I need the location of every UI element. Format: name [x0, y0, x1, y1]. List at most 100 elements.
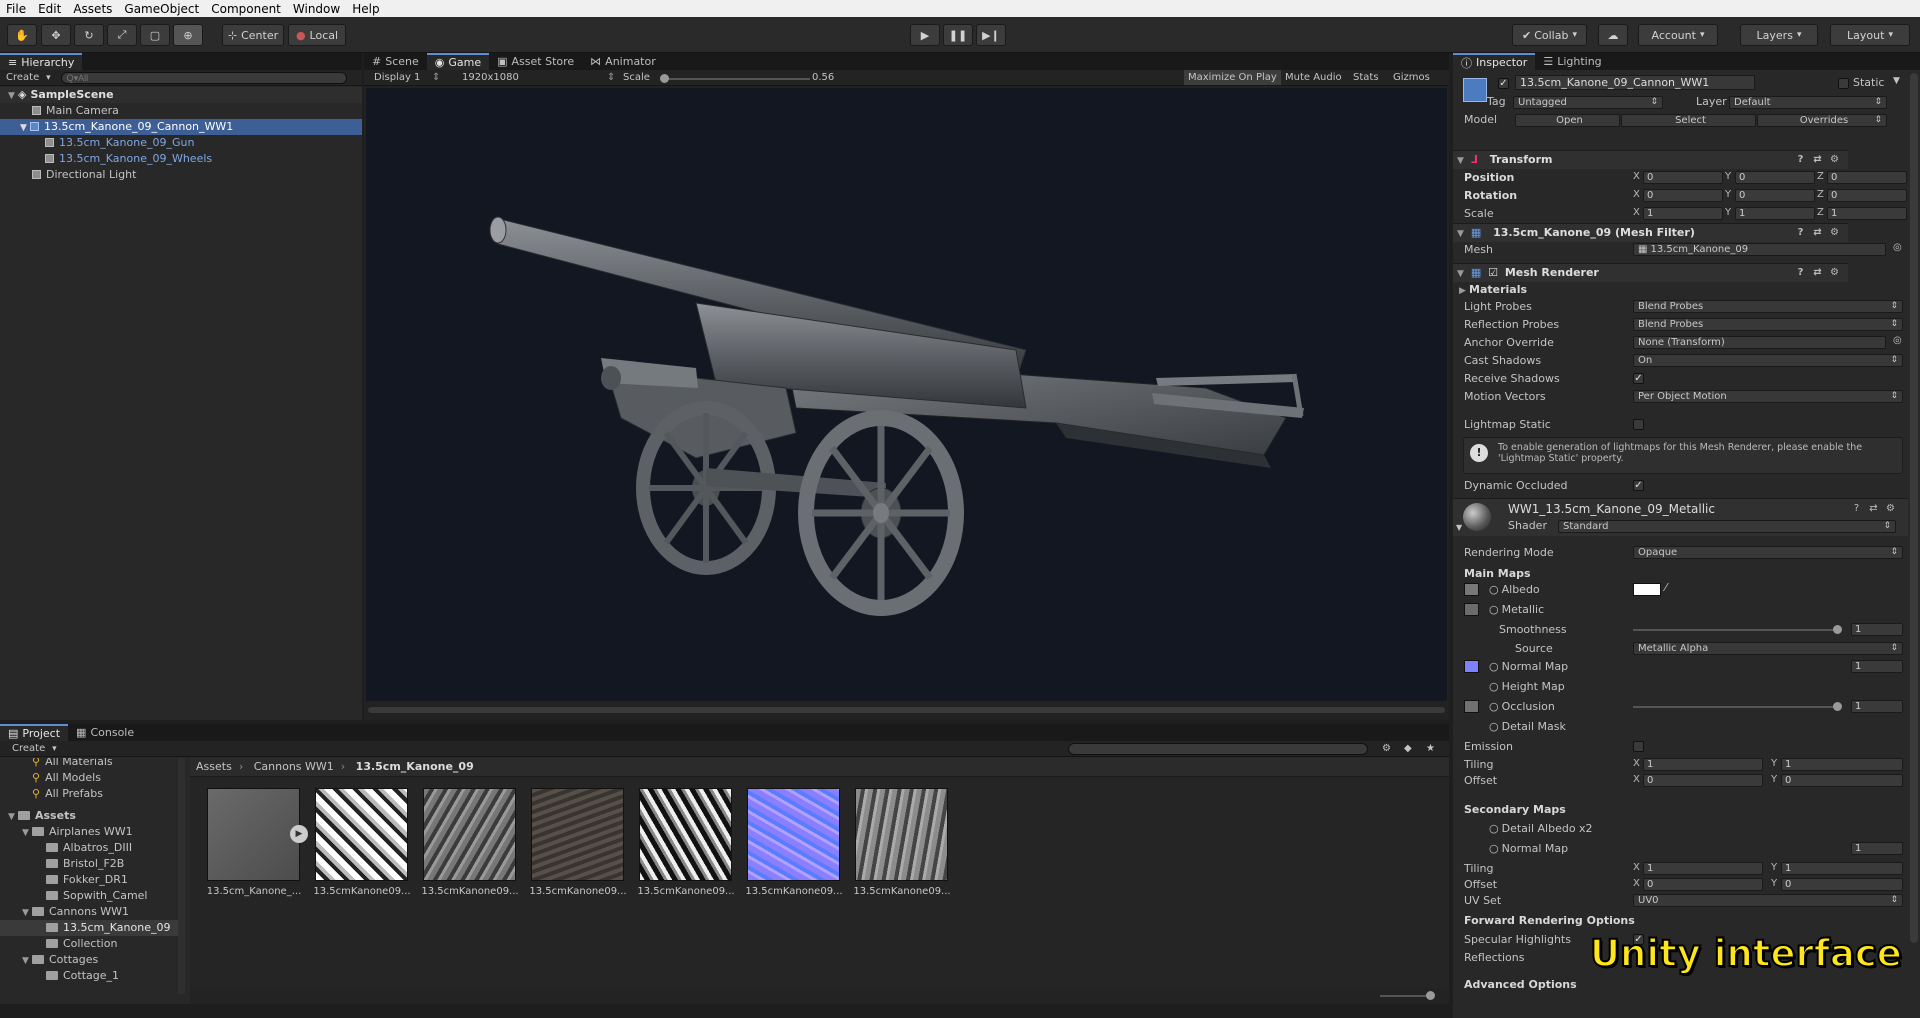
anchor-override-field[interactable]: None (Transform) — [1633, 336, 1886, 349]
materials-foldout[interactable]: ▶ Materials — [1459, 282, 1527, 297]
favorite-item[interactable]: ⚲ All Materials — [0, 758, 113, 770]
layer-dropdown[interactable]: Default — [1729, 96, 1887, 109]
hierarchy-item-wheels[interactable]: 13.5cm_Kanone_09_Wheels — [0, 151, 362, 167]
occlusion-knob[interactable] — [1833, 702, 1842, 711]
uv-set-dropdown[interactable]: UV0 — [1633, 894, 1903, 907]
tab-asset-store[interactable]: ▣ Asset Store — [489, 53, 582, 70]
texture-thumbnail[interactable] — [747, 788, 840, 881]
static-dropdown-icon[interactable]: ▼ — [1893, 76, 1900, 86]
project-tree-item[interactable]: Collection — [0, 936, 178, 952]
project-tree-item[interactable]: ▼ Airplanes WW1 — [0, 824, 178, 840]
project-tree-item[interactable]: ▼ Assets — [0, 808, 178, 824]
normal-map-value[interactable]: 1 — [1851, 660, 1903, 673]
transform-rotation-z-field[interactable]: 0 — [1827, 189, 1907, 202]
transform-tool-button[interactable]: ⊕ — [173, 24, 203, 46]
tab-scene[interactable]: # Scene — [364, 53, 427, 70]
favorite-star-icon[interactable]: ★ — [1426, 743, 1435, 754]
play-button[interactable]: ▶ — [910, 24, 940, 46]
favorite-item[interactable]: ⚲ All Prefabs — [0, 786, 103, 802]
reflection-probes-dropdown[interactable]: Blend Probes — [1633, 318, 1903, 331]
gear-icon[interactable]: ⚙ — [1829, 154, 1840, 165]
project-tree-item[interactable]: Cottage_1 — [0, 968, 178, 984]
tiling-y-field[interactable]: 1 — [1781, 758, 1903, 771]
hierarchy-create-button[interactable]: Create — [0, 72, 57, 83]
maximize-on-play-toggle[interactable]: Maximize On Play — [1184, 70, 1281, 85]
layout-dropdown[interactable]: Layout — [1830, 24, 1910, 46]
layers-dropdown[interactable]: Layers — [1740, 24, 1818, 46]
tab-project[interactable]: ▤ Project — [0, 724, 69, 741]
mesh-field[interactable]: ▦ 13.5cm_Kanone_09 — [1633, 243, 1886, 256]
breadcrumb-current[interactable]: 13.5cm_Kanone_09 — [356, 760, 474, 773]
inspector-scrollbar[interactable] — [1910, 73, 1918, 943]
tiling2-x-field[interactable]: 1 — [1643, 862, 1763, 875]
pivot-center-button[interactable]: ⊹ Center — [222, 24, 284, 46]
breadcrumb-assets[interactable]: Assets — [196, 760, 232, 773]
scale-slider[interactable] — [660, 74, 810, 83]
project-tree-item[interactable]: Sopwith_Camel — [0, 888, 178, 904]
gizmos-dropdown[interactable]: Gizmos — [1393, 72, 1430, 83]
emission-checkbox[interactable] — [1633, 741, 1644, 752]
collab-dropdown[interactable]: ✔ Collab — [1512, 24, 1587, 46]
material-header[interactable]: ▼ WW1_13.5cm_Kanone_09_Metallic Shader S… — [1453, 498, 1908, 536]
smoothness-slider[interactable] — [1633, 625, 1842, 634]
step-button[interactable]: ▶❙ — [976, 24, 1006, 46]
stats-toggle[interactable]: Stats — [1353, 72, 1379, 83]
resolution-dropdown[interactable]: 1920x1080 — [462, 72, 519, 83]
account-dropdown[interactable]: Account — [1638, 24, 1718, 46]
normal-map-texture-slot[interactable] — [1464, 660, 1479, 673]
albedo-texture-slot[interactable] — [1464, 583, 1479, 596]
game-horizontal-scrollbar[interactable] — [368, 707, 1445, 713]
tab-animator[interactable]: ⋈ Animator — [582, 53, 664, 70]
menu-file[interactable]: File — [0, 2, 32, 16]
cast-shadows-dropdown[interactable]: On — [1633, 354, 1903, 367]
project-create-button[interactable]: Create — [0, 743, 69, 754]
rotate-tool-button[interactable]: ↻ — [74, 24, 104, 46]
offset2-x-field[interactable]: 0 — [1643, 878, 1763, 891]
hierarchy-search-input[interactable] — [60, 71, 347, 84]
cloud-button[interactable]: ☁ — [1598, 24, 1628, 46]
project-tree-item[interactable]: ▼ Cannons WW1 — [0, 904, 178, 920]
scene-row[interactable]: ▼ ◈ SampleScene — [0, 87, 362, 103]
texture-thumbnail[interactable] — [315, 788, 408, 881]
menu-edit[interactable]: Edit — [32, 2, 67, 16]
object-name-field[interactable]: 13.5cm_Kanone_09_Cannon_WW1 — [1515, 75, 1755, 90]
menu-assets[interactable]: Assets — [67, 2, 118, 16]
transform-position-y-field[interactable]: 0 — [1735, 171, 1815, 184]
offset2-y-field[interactable]: 0 — [1781, 878, 1903, 891]
rect-tool-button[interactable]: ▢ — [140, 24, 170, 46]
model-open-button[interactable]: Open — [1515, 114, 1620, 127]
pivot-local-button[interactable]: ● Local — [288, 24, 346, 46]
model-select-button[interactable]: Select — [1621, 114, 1756, 127]
scale-tool-button[interactable]: ⤢ — [107, 24, 137, 46]
mute-audio-toggle[interactable]: Mute Audio — [1285, 72, 1342, 83]
help-icon[interactable]: ? — [1851, 503, 1862, 514]
breadcrumb-cannons[interactable]: Cannons WW1 — [254, 760, 334, 773]
tag-dropdown[interactable]: Untagged — [1513, 96, 1663, 109]
hierarchy-item-light[interactable]: Directional Light — [0, 167, 362, 183]
static-checkbox[interactable] — [1838, 78, 1849, 89]
project-tree-item[interactable]: Albatros_DIII — [0, 840, 178, 856]
rendering-mode-dropdown[interactable]: Opaque — [1633, 546, 1903, 559]
favorite-item[interactable]: ⚲ All Models — [0, 770, 101, 786]
expand-prefab-icon[interactable]: ▶ — [290, 825, 308, 843]
motion-vectors-dropdown[interactable]: Per Object Motion — [1633, 390, 1903, 403]
preset-icon[interactable]: ⇄ — [1812, 267, 1823, 278]
tab-game[interactable]: ◉ Game — [426, 53, 490, 70]
shader-dropdown[interactable]: Standard — [1558, 520, 1896, 533]
model-overrides-dropdown[interactable]: Overrides — [1757, 114, 1887, 127]
help-icon[interactable]: ? — [1795, 267, 1806, 278]
project-tree-item[interactable]: ▼ Cottages — [0, 952, 178, 968]
project-tree-item[interactable]: Fokker_DR1 — [0, 872, 178, 888]
transform-rotation-x-field[interactable]: 0 — [1643, 189, 1723, 202]
filter-label-icon[interactable]: ◆ — [1404, 743, 1412, 754]
smoothness-knob[interactable] — [1833, 625, 1842, 634]
lightmap-static-checkbox[interactable] — [1633, 419, 1644, 430]
transform-scale-y-field[interactable]: 1 — [1735, 207, 1815, 220]
hierarchy-item-gun[interactable]: 13.5cm_Kanone_09_Gun — [0, 135, 362, 151]
project-search-input[interactable] — [1068, 742, 1368, 755]
hierarchy-item-cannon[interactable]: ▼ 13.5cm_Kanone_09_Cannon_WW1 — [0, 119, 362, 135]
mesh-renderer-enabled-checkbox[interactable]: ☑ — [1488, 266, 1498, 279]
tiling2-y-field[interactable]: 1 — [1781, 862, 1903, 875]
move-tool-button[interactable]: ✥ — [41, 24, 71, 46]
preset-icon[interactable]: ⇄ — [1868, 503, 1879, 514]
